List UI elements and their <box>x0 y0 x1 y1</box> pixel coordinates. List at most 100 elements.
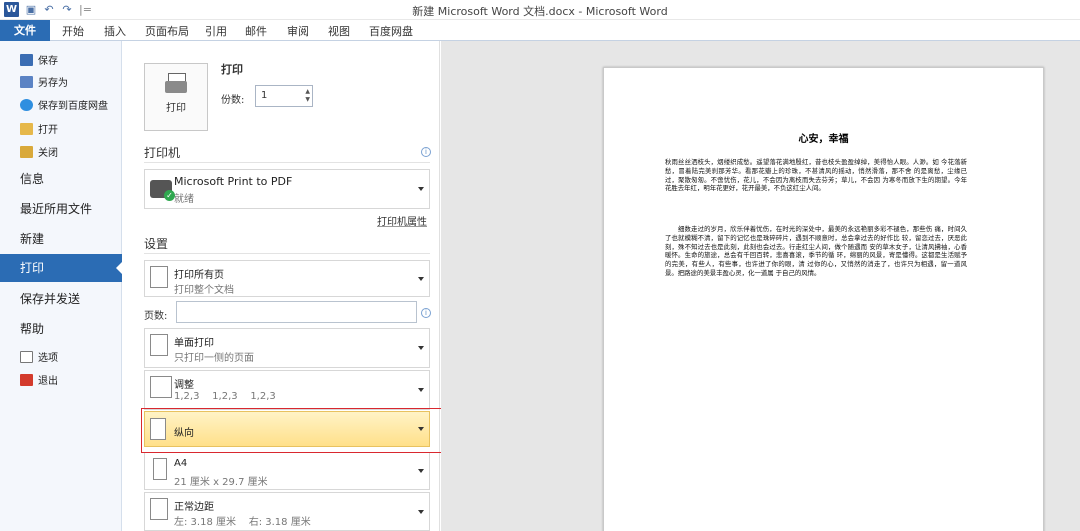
paper-icon <box>153 458 167 480</box>
chevron-down-icon <box>418 509 424 514</box>
word-logo-icon[interactable]: W <box>4 2 19 17</box>
divider <box>144 162 430 163</box>
nav-save-baidu-label: 保存到百度网盘 <box>38 101 108 112</box>
nav-save-as[interactable]: 另存为 <box>20 74 68 89</box>
window-title: 新建 Microsoft Word 文档.docx - Microsoft Wo… <box>412 5 668 18</box>
options-icon <box>20 350 33 363</box>
print-preview: 心安，幸福 秋雨丝丝洒枝头，烟缕织成愁。遥望落花满地殷红，昔也枝头盈盈绰绰，美得… <box>441 41 1080 531</box>
tab-mailings[interactable]: 邮件 <box>245 23 267 39</box>
redo-icon[interactable]: ↷ <box>61 3 73 16</box>
printer-header: 打印机 <box>144 146 181 160</box>
tab-home[interactable]: 开始 <box>62 23 84 39</box>
margins-title: 正常边距 <box>174 502 214 513</box>
nav-options[interactable]: 选项 <box>20 349 58 364</box>
chevron-down-icon <box>418 276 424 281</box>
printer-status-icon: ✓ <box>150 180 175 201</box>
quick-access-toolbar: W ▣ ↶ ↷ |= <box>4 2 92 17</box>
margins-desc: 左: 3.18 厘米 右: 3.18 厘米 <box>174 517 311 528</box>
printer-name: Microsoft Print to PDF <box>174 175 293 188</box>
printer-status: 就绪 <box>174 194 194 205</box>
chevron-down-icon <box>418 469 424 473</box>
nav-new[interactable]: 新建 <box>20 230 44 247</box>
pages-info-icon[interactable]: i <box>421 308 431 318</box>
save-icon <box>20 53 33 66</box>
divider <box>144 253 430 254</box>
margins-icon <box>150 498 168 520</box>
collate-dropdown[interactable]: 调整 1,2,3 1,2,3 1,2,3 <box>144 370 430 410</box>
pages-label: 页数: <box>144 311 168 322</box>
tab-references[interactable]: 引用 <box>205 23 227 39</box>
tab-baidu-netdisk[interactable]: 百度网盘 <box>369 23 413 39</box>
nav-exit[interactable]: 退出 <box>20 372 58 387</box>
nav-save-as-label: 另存为 <box>38 78 68 89</box>
tab-review[interactable]: 审阅 <box>287 23 309 39</box>
copies-spinner[interactable]: ▲ ▼ <box>305 88 310 104</box>
save-icon[interactable]: ▣ <box>25 3 37 16</box>
preview-page: 心安，幸福 秋雨丝丝洒枝头，烟缕织成愁。遥望落花满地殷红，昔也枝头盈盈绰绰，美得… <box>603 67 1044 531</box>
nav-info[interactable]: 信息 <box>20 170 44 187</box>
customize-icon[interactable]: |= <box>79 3 92 16</box>
highlight-box <box>141 408 451 453</box>
undo-icon[interactable]: ↶ <box>43 3 55 16</box>
printer-dropdown[interactable]: ✓ Microsoft Print to PDF 就绪 <box>144 169 430 209</box>
paper-size-title: A4 <box>174 458 188 469</box>
print-button[interactable]: 打印 <box>144 63 208 131</box>
printer-icon <box>165 73 187 95</box>
printer-properties-link[interactable]: 打印机属性 <box>377 213 427 228</box>
tab-view[interactable]: 视图 <box>328 23 350 39</box>
doc-paragraph-1: 秋雨丝丝洒枝头，烟缕织成愁。遥望落花满地殷红，昔也枝头盈盈绰绰，美得怡人眼。人渺… <box>665 158 967 193</box>
title-bar: W ▣ ↶ ↷ |= 新建 Microsoft Word 文档.docx - M… <box>0 0 1080 20</box>
folder-open-icon <box>20 122 33 135</box>
backstage-nav: 保存 另存为 保存到百度网盘 打开 关闭 信息 最近所用文件 新建 打印 保存并… <box>0 41 123 531</box>
sides-dropdown[interactable]: 单面打印 只打印一侧的页面 <box>144 328 430 368</box>
nav-options-label: 选项 <box>38 353 58 364</box>
doc-title: 心安，幸福 <box>798 134 849 145</box>
nav-save-baidu[interactable]: 保存到百度网盘 <box>20 97 108 112</box>
sides-desc: 只打印一侧的页面 <box>174 353 254 364</box>
nav-save[interactable]: 保存 <box>20 52 58 67</box>
print-button-label: 打印 <box>166 103 186 114</box>
ribbon-tabs: 文件 开始 插入 页面布局 引用 邮件 审阅 视图 百度网盘 <box>0 20 1080 41</box>
print-header: 打印 <box>221 63 243 76</box>
paper-size-desc: 21 厘米 x 29.7 厘米 <box>174 477 268 488</box>
tab-file[interactable]: 文件 <box>0 20 50 41</box>
settings-header: 设置 <box>144 237 169 251</box>
copies-label: 份数: <box>221 95 245 106</box>
baidu-netdisk-icon <box>20 98 33 111</box>
nav-recent[interactable]: 最近所用文件 <box>20 200 92 217</box>
collate-desc: 1,2,3 1,2,3 1,2,3 <box>174 391 276 402</box>
chevron-down-icon <box>418 388 424 392</box>
pages-input[interactable] <box>176 301 417 323</box>
folder-close-icon <box>20 145 33 158</box>
print-range-desc: 打印整个文档 <box>174 285 234 296</box>
nav-exit-label: 退出 <box>38 376 58 387</box>
print-range-dropdown[interactable]: 打印所有页 打印整个文档 <box>144 260 430 297</box>
copies-input[interactable]: 1 ▲ ▼ <box>255 85 313 107</box>
copies-value: 1 <box>261 90 268 101</box>
nav-open[interactable]: 打开 <box>20 121 58 136</box>
print-settings-panel: 打印 打印 份数: 1 ▲ ▼ 打印机 i ✓ Microsoft Print t… <box>122 41 440 531</box>
pages-icon <box>150 266 168 288</box>
nav-save-send[interactable]: 保存并发送 <box>20 290 80 307</box>
chevron-down-icon <box>418 346 424 350</box>
collated-icon <box>150 376 172 398</box>
nav-save-label: 保存 <box>38 56 58 67</box>
print-range-title: 打印所有页 <box>174 270 224 281</box>
one-sided-icon <box>150 334 168 356</box>
nav-print[interactable]: 打印 <box>0 254 123 282</box>
printer-info-icon[interactable]: i <box>421 147 431 157</box>
tab-insert[interactable]: 插入 <box>104 23 126 39</box>
margins-dropdown[interactable]: 正常边距 左: 3.18 厘米 右: 3.18 厘米 <box>144 492 430 531</box>
nav-close-label: 关闭 <box>38 148 58 159</box>
nav-open-label: 打开 <box>38 125 58 136</box>
exit-icon <box>20 373 33 386</box>
tab-page-layout[interactable]: 页面布局 <box>145 23 189 39</box>
doc-paragraph-2: 细数走过的岁月，欣乐伴着忧伤，在时光的深处中，最美的永远艳丽多彩不褪色，那些伤 … <box>665 225 967 277</box>
nav-close[interactable]: 关闭 <box>20 144 58 159</box>
nav-help[interactable]: 帮助 <box>20 320 44 337</box>
sides-title: 单面打印 <box>174 338 214 349</box>
save-as-icon <box>20 75 33 88</box>
chevron-down-icon <box>418 187 424 191</box>
paper-size-dropdown[interactable]: A4 21 厘米 x 29.7 厘米 <box>144 452 430 490</box>
collate-title: 调整 <box>174 380 194 391</box>
